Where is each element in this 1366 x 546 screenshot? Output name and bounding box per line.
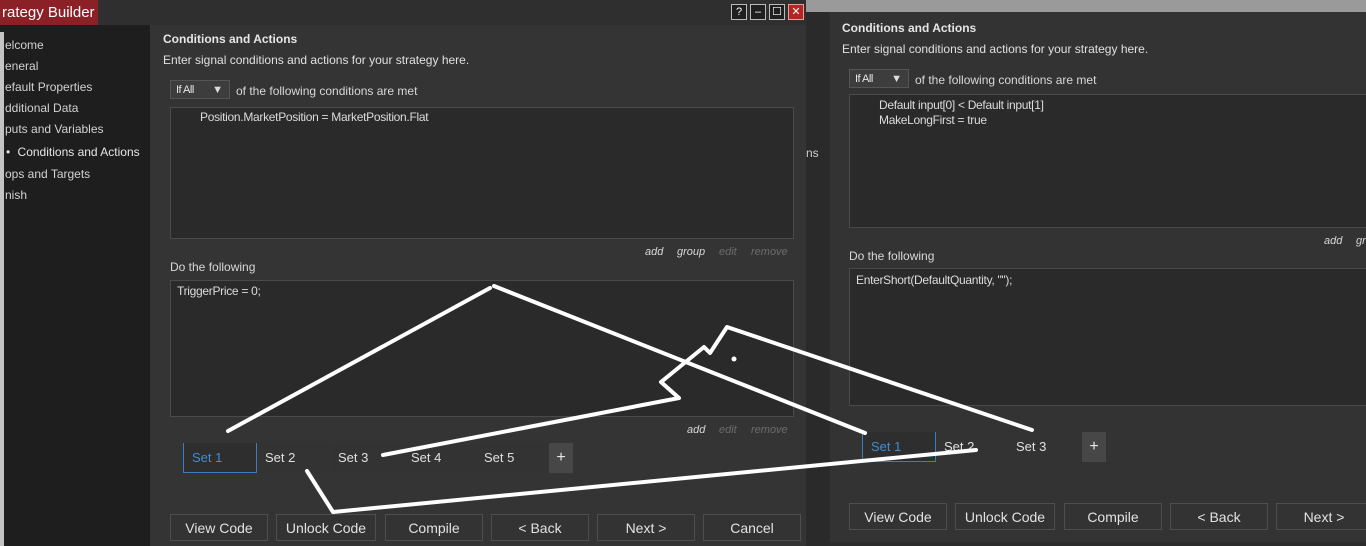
annotation-stroke	[226, 286, 492, 433]
annotation-stroke	[381, 325, 1034, 457]
annotation-stroke	[492, 284, 867, 435]
annotation-scribble	[226, 284, 1034, 514]
annotation-stroke	[305, 448, 978, 514]
annotation-dot	[731, 356, 737, 362]
